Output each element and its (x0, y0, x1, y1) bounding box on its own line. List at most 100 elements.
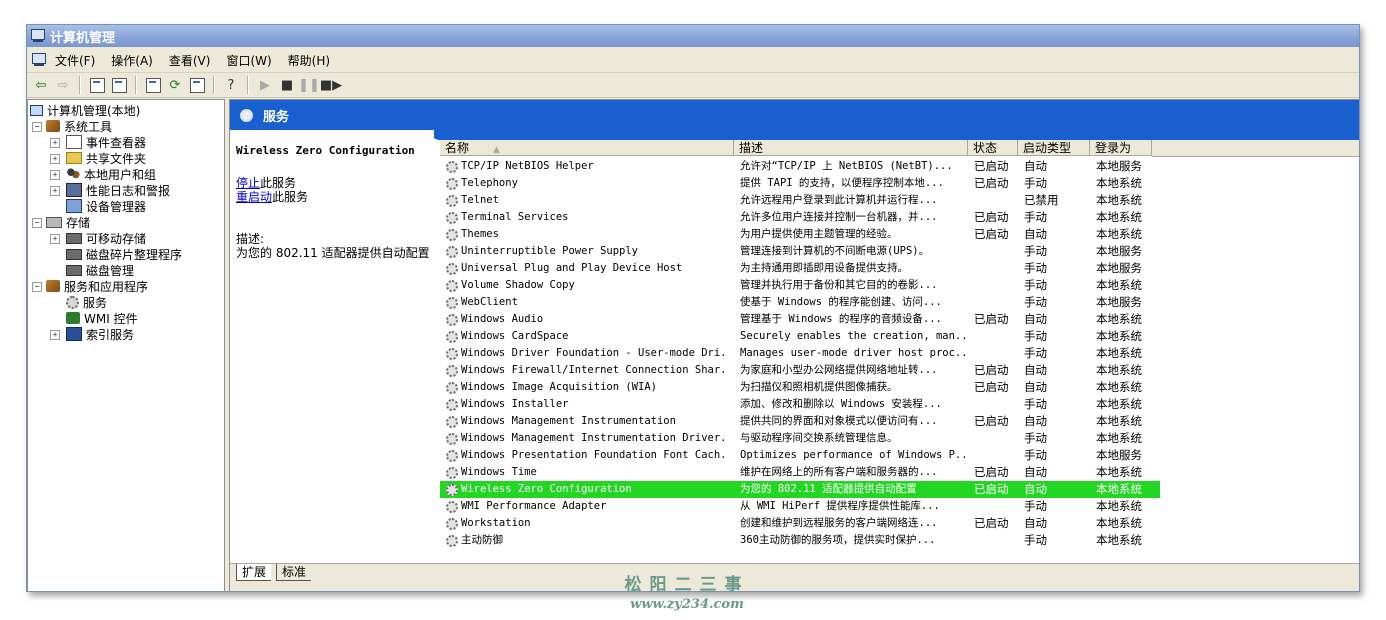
tree-item-disk-management[interactable]: 磁盘管理 (66, 262, 134, 278)
service-status (974, 192, 1022, 209)
tab-standard[interactable]: 标准 (276, 564, 312, 581)
tree-label: 性能日志和警报 (86, 183, 171, 198)
stop-icon[interactable]: ■ (277, 75, 297, 95)
tree-item-local-users[interactable]: 本地用户和组 (66, 166, 156, 182)
properties-icon[interactable] (143, 75, 163, 95)
table-row[interactable]: WebClient 使基于 Windows 的程序能创建、访问... 手动 本地服务 (440, 294, 1160, 311)
service-logon-as: 本地服务 (1096, 295, 1142, 309)
table-row[interactable]: Windows CardSpace Securely enables the cr… (440, 328, 1160, 345)
tree-item-perf-logs[interactable]: 性能日志和警报 (66, 182, 170, 198)
table-row[interactable]: Windows Installer 添加、修改和删除以 Windows 安装程..… (440, 396, 1160, 413)
menu-help[interactable]: 帮助(H) (280, 52, 338, 69)
table-row[interactable]: Windows Management Instrumentation 提供共同的界… (440, 413, 1160, 430)
service-logon-as: 本地系统 (1096, 346, 1142, 360)
export-icon[interactable] (187, 75, 207, 95)
show-tree-icon[interactable] (109, 75, 129, 95)
table-row[interactable]: Windows Firewall/Internet Connection Sha… (440, 362, 1160, 379)
service-logon-as: 本地系统 (1096, 329, 1142, 343)
tree-item-indexing[interactable]: 索引服务 (66, 326, 134, 342)
service-status: 已启动 (974, 227, 1009, 241)
play-icon[interactable]: ▶ (255, 75, 275, 95)
service-startup-type: 手动 (1024, 346, 1047, 360)
collapse-toggle[interactable]: − (32, 122, 42, 132)
service-name-cell: Windows Management Instrumentation Drive… (446, 430, 728, 447)
up-folder-icon[interactable] (87, 75, 107, 95)
refresh-icon[interactable]: ⟳ (165, 75, 185, 95)
service-startup-type: 已禁用 (1024, 193, 1059, 207)
expand-toggle[interactable]: + (50, 170, 60, 180)
restart-service-link[interactable]: 重启动 (236, 190, 272, 204)
restart-service-line: 重启动此服务 (236, 188, 308, 205)
menu-action[interactable]: 操作(A) (103, 52, 161, 69)
column-header-description[interactable]: 描述 (734, 140, 968, 156)
expand-toggle[interactable]: + (50, 154, 60, 164)
expand-toggle[interactable]: + (50, 138, 60, 148)
collapse-toggle[interactable]: − (32, 282, 42, 292)
expand-toggle[interactable]: + (50, 186, 60, 196)
expand-toggle[interactable]: + (50, 330, 60, 340)
restart-icon[interactable]: ■▶ (320, 75, 342, 95)
table-row[interactable]: Windows Presentation Foundation Font Cac… (440, 447, 1160, 464)
collapse-toggle[interactable]: − (32, 218, 42, 228)
tree-item-services-apps[interactable]: 服务和应用程序 (46, 278, 148, 294)
table-row[interactable]: Windows Management Instrumentation Drive… (440, 430, 1160, 447)
tree-item-event-viewer[interactable]: 事件查看器 (66, 134, 146, 150)
column-header-name[interactable]: 名称 ▲ (440, 140, 734, 156)
service-logon-as: 本地系统 (1096, 363, 1142, 377)
service-description: 允许多位用户连接并控制一台机器，并... (740, 211, 938, 223)
menu-view[interactable]: 查看(V) (161, 52, 219, 69)
services-header: 服务 (230, 100, 1359, 130)
forward-arrow-icon[interactable]: ⇨ (53, 75, 73, 95)
service-name-cell: TCP/IP NetBIOS Helper (446, 158, 728, 175)
tree-item-defrag[interactable]: 磁盘碎片整理程序 (66, 246, 182, 262)
table-row[interactable]: Workstation 创建和维护到远程服务的客户端网络连... 已启动 自动 本地系统 (440, 515, 1160, 532)
tree-item-device-manager[interactable]: 设备管理器 (66, 198, 146, 214)
expand-toggle[interactable]: + (50, 234, 60, 244)
service-name-cell: Volume Shadow Copy (446, 277, 728, 294)
column-header-startup[interactable]: 启动类型 (1018, 140, 1090, 156)
gear-icon (446, 296, 458, 309)
table-row[interactable]: Windows Image Acquisition (WIA) 为扫描仪和照相机提… (440, 379, 1160, 396)
table-row[interactable]: Volume Shadow Copy 管理并执行用于备份和其它目的的卷影... 手动… (440, 277, 1160, 294)
tree-item-root[interactable]: 计算机管理(本地) (30, 102, 140, 118)
column-header-status[interactable]: 状态 (968, 140, 1018, 156)
table-row[interactable]: Windows Audio 管理基于 Windows 的程序的音频设备... 已启动… (440, 311, 1160, 328)
table-row[interactable]: Themes 为用户提供使用主题管理的经验。 已启动 自动 本地系统 (440, 226, 1160, 243)
service-name-cell: 主动防御 (446, 532, 728, 549)
table-row[interactable]: Windows Time 维护在网络上的所有客户端和服务器的... 已启动 自动 本地系… (440, 464, 1160, 481)
tab-extended[interactable]: 扩展 (236, 564, 272, 581)
tree-item-shared-folders[interactable]: 共享文件夹 (66, 150, 146, 166)
service-description: 使基于 Windows 的程序能创建、访问... (740, 296, 942, 308)
column-header-filler (1152, 140, 1359, 157)
system-menu-icon[interactable] (31, 53, 47, 67)
table-row[interactable]: Universal Plug and Play Device Host 为主持通用… (440, 260, 1160, 277)
service-startup-type: 手动 (1024, 329, 1047, 343)
table-row[interactable]: 主动防御 360主动防御的服务项，提供实时保护... 手动 本地系统 (440, 532, 1160, 549)
tree-item-system-tools[interactable]: 系统工具 (46, 118, 112, 134)
table-row[interactable]: Telephony 提供 TAPI 的支持，以便程序控制本地... 已启动 手动 本地系… (440, 175, 1160, 192)
help-icon[interactable]: ? (221, 75, 241, 95)
tree-item-storage[interactable]: 存储 (46, 214, 90, 230)
tree-item-removable-storage[interactable]: 可移动存储 (66, 230, 146, 246)
pause-icon[interactable]: ❚❚ (298, 75, 320, 95)
title-bar[interactable]: 计算机管理 (27, 25, 1359, 47)
table-row[interactable]: Windows Driver Foundation - User-mode Dr… (440, 345, 1160, 362)
menu-window[interactable]: 窗口(W) (218, 52, 279, 69)
gear-icon (240, 108, 253, 122)
gear-icon (446, 381, 458, 394)
tree-item-wmi[interactable]: WMI 控件 (66, 310, 138, 326)
service-description: Securely enables the creation, man... (740, 330, 966, 342)
service-name-cell: Windows Presentation Foundation Font Cac… (446, 447, 728, 464)
table-row[interactable]: Telnet 允许远程用户登录到此计算机并运行程... 已禁用 本地系统 (440, 192, 1160, 209)
service-description: 为主持通用即插即用设备提供支持。 (740, 262, 908, 274)
table-row[interactable]: Terminal Services 允许多位用户连接并控制一台机器，并... 已启动… (440, 209, 1160, 226)
tree-item-services[interactable]: 服务 (66, 294, 107, 310)
service-startup-type: 手动 (1024, 244, 1047, 258)
table-row[interactable]: Uninterruptible Power Supply 管理连接到计算机的不间断… (440, 243, 1160, 260)
back-arrow-icon[interactable]: ⇦ (31, 75, 51, 95)
menu-file[interactable]: 文件(F) (47, 52, 103, 69)
table-row[interactable]: TCP/IP NetBIOS Helper 允许对“TCP/IP 上 NetBIO… (440, 158, 1160, 175)
table-row[interactable]: Wireless Zero Configuration 为您的 802.11 适配… (440, 481, 1160, 498)
table-row[interactable]: WMI Performance Adapter 从 WMI HiPerf 提供程序… (440, 498, 1160, 515)
column-header-logon[interactable]: 登录为 (1090, 140, 1152, 156)
